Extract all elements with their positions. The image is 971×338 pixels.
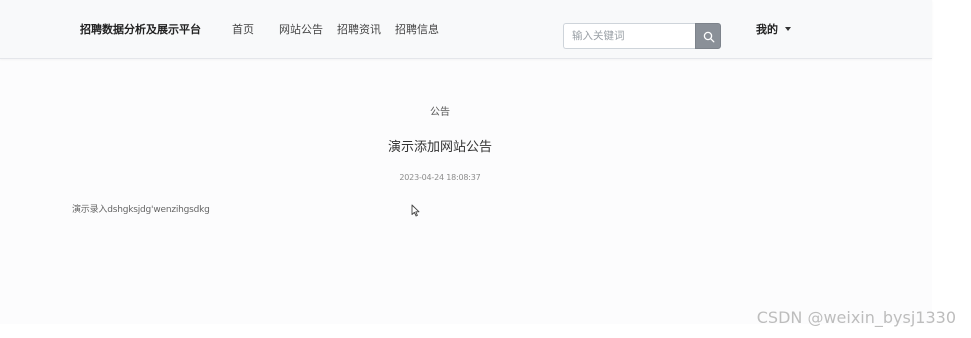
nav-item-news[interactable]: 招聘资讯 [337,21,381,37]
article-category: 公告 [430,107,450,118]
nav-item-notices[interactable]: 网站公告 [279,21,323,37]
article-date: 2023-04-24 18:08:37 [399,173,481,182]
nav-item-home[interactable]: 首页 [232,21,254,37]
mouse-pointer-icon [411,204,420,217]
article-content: 演示录入dshgksjdg'wenzihgsdkg [72,205,210,215]
search-button[interactable] [695,23,721,49]
nav-item-jobs[interactable]: 招聘信息 [395,21,439,37]
search-input[interactable] [563,23,695,49]
user-menu-label: 我的 [756,23,778,36]
top-navbar: 招聘数据分析及展示平台 首页 网站公告 招聘资讯 招聘信息 我的 [0,0,932,59]
caret-down-icon [785,27,791,31]
search-icon [703,31,715,43]
user-menu-dropdown[interactable]: 我的 [756,21,791,37]
csdn-watermark: CSDN @weixin_bysj1330 [756,308,956,327]
article-title: 演示添加网站公告 [387,140,492,155]
app-window: 招聘数据分析及展示平台 首页 网站公告 招聘资讯 招聘信息 我的 公告 演示添加… [0,0,932,324]
site-brand[interactable]: 招聘数据分析及展示平台 [80,21,201,37]
